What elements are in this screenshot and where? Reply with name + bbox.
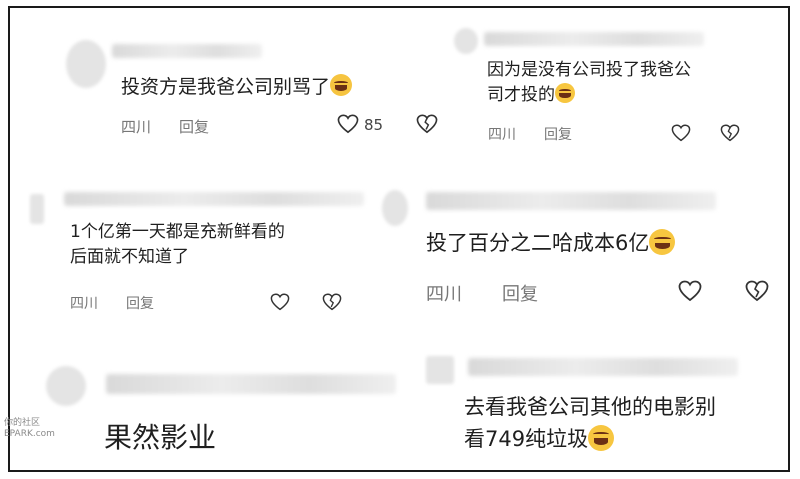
username-blurred[interactable] <box>64 192 364 206</box>
username-blurred[interactable] <box>426 192 716 210</box>
location-label: 四川 <box>70 296 98 312</box>
username-blurred[interactable] <box>484 32 704 46</box>
avatar[interactable] <box>46 366 86 406</box>
dislike-broken-heart-icon[interactable] <box>416 114 438 134</box>
crying-face-icon <box>330 74 353 96</box>
reply-button[interactable]: 回复 <box>502 284 538 305</box>
avatar[interactable] <box>30 194 44 224</box>
comment-card-2: 因为是没有公司投了我爸公 司才投的 四川 回复 <box>440 0 790 170</box>
comment-text: 因为是没有公司投了我爸公 司才投的 <box>487 58 691 107</box>
comment-meta: 四川 回复 <box>426 280 566 306</box>
like-heart-icon[interactable] <box>678 280 702 302</box>
like-heart-icon[interactable] <box>270 293 290 311</box>
comment-meta: 四川 回复 <box>70 293 182 313</box>
avatar[interactable] <box>454 28 478 54</box>
username-blurred[interactable] <box>106 374 396 394</box>
comment-text-line-1: 1个亿第一天都是充新鲜看的 <box>70 222 285 242</box>
reply-button[interactable]: 回复 <box>126 296 154 312</box>
avatar[interactable] <box>426 356 454 384</box>
comment-text: 1个亿第一天都是充新鲜看的 后面就不知道了 <box>70 220 285 269</box>
comment-text-content: 果然影业 <box>104 421 217 454</box>
avatar[interactable] <box>66 40 106 88</box>
comment-text-line-2: 后面就不知道了 <box>70 246 189 267</box>
comment-card-5: 果然影业 <box>0 340 410 470</box>
like-count: 85 <box>364 116 384 134</box>
dislike-broken-heart-icon[interactable] <box>720 124 740 142</box>
laughing-face-icon <box>588 424 615 451</box>
laughing-face-icon <box>555 82 575 103</box>
comment-text-line-2: 看749纯垃圾 <box>464 424 716 456</box>
site-watermark: 你的社区 EPARK.com <box>4 418 55 440</box>
dislike-broken-heart-icon[interactable] <box>322 293 342 311</box>
comment-text-content: 司才投的 <box>487 84 555 105</box>
comment-text: 去看我爸公司其他的电影别 看749纯垃圾 <box>464 392 716 455</box>
like-heart-icon[interactable] <box>671 124 691 142</box>
comment-card-3: 1个亿第一天都是充新鲜看的 后面就不知道了 四川 回复 <box>0 170 400 330</box>
dislike-broken-heart-icon[interactable] <box>745 280 769 302</box>
comment-text-content: 投了百分之二哈成本6亿 <box>426 231 650 255</box>
location-label: 四川 <box>488 127 516 143</box>
comment-card-1: 投资方是我爸公司别骂了 四川 回复 85 <box>0 0 438 170</box>
comment-text-line-1: 去看我爸公司其他的电影别 <box>464 395 716 419</box>
watermark-line-1: 你的社区 <box>4 418 41 428</box>
comment-card-4: 投了百分之二哈成本6亿 四川 回复 <box>370 170 790 330</box>
reply-button[interactable]: 回复 <box>544 127 572 143</box>
comment-text-line-1: 因为是没有公司投了我爸公 <box>487 60 691 80</box>
reply-button[interactable]: 回复 <box>179 118 209 136</box>
comment-text: 投资方是我爸公司别骂了 <box>121 74 353 102</box>
watermark-line-2: EPARK.com <box>4 429 55 439</box>
username-blurred[interactable] <box>112 44 262 58</box>
comment-text: 果然影业 <box>104 418 216 459</box>
location-label: 四川 <box>426 284 462 305</box>
username-blurred[interactable] <box>468 358 738 376</box>
location-label: 四川 <box>121 118 152 136</box>
comment-meta: 四川 回复 <box>488 124 600 144</box>
comment-text-content: 看749纯垃圾 <box>464 426 589 451</box>
like-heart-icon[interactable] <box>337 114 359 134</box>
comment-text: 投了百分之二哈成本6亿 <box>426 228 676 258</box>
laughing-face-icon <box>649 229 676 255</box>
avatar[interactable] <box>382 190 408 226</box>
comment-text-line-2: 司才投的 <box>487 82 691 108</box>
comment-meta: 四川 回复 <box>121 116 237 137</box>
comment-card-6: 去看我爸公司其他的电影别 看749纯垃圾 <box>410 340 790 470</box>
comment-text-content: 投资方是我爸公司别骂了 <box>121 76 331 98</box>
